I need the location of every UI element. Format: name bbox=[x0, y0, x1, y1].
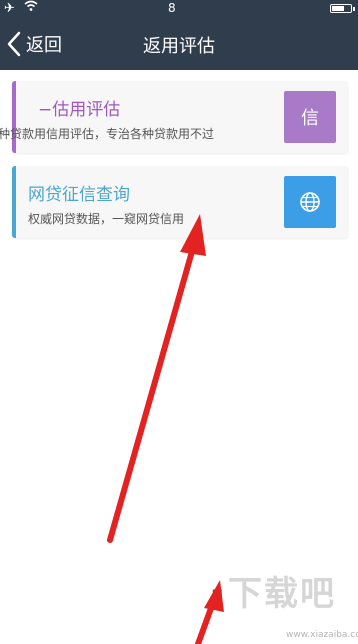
card-description: 种贷款用信用评估，专治各种贷款用不过 bbox=[0, 127, 215, 141]
bottom-text: 用 bbox=[211, 588, 224, 602]
airplane-mode-icon: ✈ bbox=[4, 1, 15, 16]
card-accent-bar bbox=[12, 166, 16, 238]
card-description: 权威网贷数据，一窥网贷信用 bbox=[28, 212, 185, 226]
wifi-icon bbox=[24, 0, 38, 16]
watermark-logo: 下载吧 bbox=[228, 574, 336, 614]
battery-icon bbox=[330, 4, 355, 13]
credit-evaluation-card[interactable]: −估用评估 种贷款用信用评估，专治各种贷款用不过 信 bbox=[0, 81, 348, 153]
card-title: 网贷征信查询 bbox=[28, 185, 130, 205]
status-bar: ✈ 8 bbox=[0, 0, 358, 18]
nav-bar: 返回 返用评估 bbox=[0, 18, 358, 70]
tile-label: 信 bbox=[301, 108, 319, 129]
net-loan-credit-query-card[interactable]: 网贷征信查询 权威网贷数据，一窥网贷信用 bbox=[12, 166, 348, 238]
globe-icon[interactable] bbox=[284, 176, 336, 228]
status-time: 8 bbox=[168, 1, 176, 15]
credit-tile-icon[interactable]: 信 bbox=[284, 91, 336, 143]
page-title: 返用评估 bbox=[143, 36, 215, 57]
card-title: −估用评估 bbox=[38, 100, 121, 120]
watermark-url: www.xiazaiba.com bbox=[286, 630, 358, 640]
card-accent-bar bbox=[12, 81, 16, 153]
content-area: −估用评估 种贷款用信用评估，专治各种贷款用不过 信 网贷征信查询 权威网贷数据… bbox=[0, 70, 358, 644]
